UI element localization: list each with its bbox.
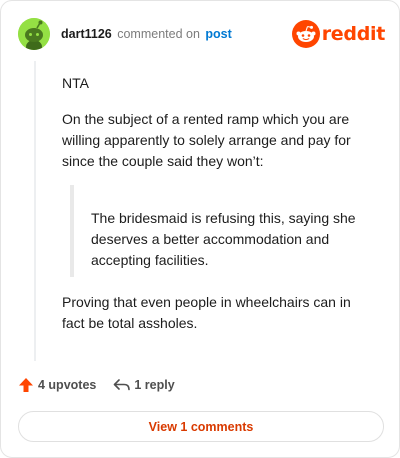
- comment-paragraph: Proving that even people in wheelchairs …: [62, 294, 351, 331]
- comment-header: dart1126 commented on post reddit: [18, 16, 385, 52]
- reddit-logo-icon: [291, 20, 320, 48]
- action-text: commented on: [117, 27, 200, 41]
- reply-arrow-icon: [114, 379, 131, 391]
- upvote-button[interactable]: 4 upvotes: [18, 377, 96, 393]
- thread-line[interactable]: [34, 61, 36, 361]
- post-link[interactable]: post: [205, 27, 231, 41]
- avatar[interactable]: [18, 18, 50, 50]
- reddit-wordmark: reddit: [321, 23, 386, 45]
- upvote-count: 4 upvotes: [38, 378, 97, 392]
- reddit-logo[interactable]: reddit: [291, 20, 386, 48]
- upvote-arrow-icon: [19, 378, 33, 392]
- blockquote: The bridesmaid is refusing this, saying …: [70, 185, 370, 277]
- snoo-avatar-icon: [18, 18, 50, 50]
- quote-text: The bridesmaid is refusing this, saying …: [91, 210, 356, 268]
- reply-button[interactable]: 1 reply: [113, 377, 175, 393]
- comment-card: dart1126 commented on post reddit NTA On…: [0, 0, 400, 458]
- comment-paragraph: On the subject of a rented ramp which yo…: [62, 111, 351, 169]
- comment-meta: dart1126 commented on post: [61, 27, 232, 41]
- username-link[interactable]: dart1126: [61, 27, 112, 41]
- comment-actions: 4 upvotes 1 reply: [18, 374, 175, 396]
- reply-count: 1 reply: [134, 378, 175, 392]
- comment-paragraph: NTA: [62, 75, 89, 91]
- view-comments-button[interactable]: View 1 comments: [18, 411, 384, 442]
